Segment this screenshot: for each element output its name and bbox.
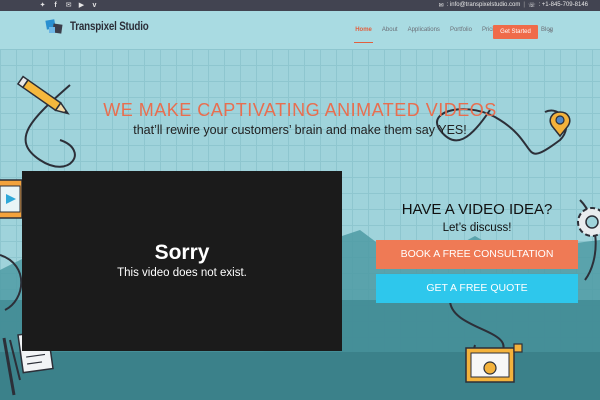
- book-consultation-button[interactable]: BOOK A FREE CONSULTATION: [376, 240, 578, 269]
- hero-subheadline: that’ll rewire your customers’ brain and…: [133, 123, 467, 137]
- monitor-icon: [465, 343, 523, 383]
- free-quote-button[interactable]: GET A FREE QUOTE: [376, 274, 578, 303]
- cta-heading: HAVE A VIDEO IDEA?: [401, 201, 553, 218]
- video-error-title: Sorry: [154, 241, 210, 264]
- laptop-icon: [0, 179, 23, 219]
- hero-headline: WE MAKE CAPTIVATING ANIMATED VIDEOS: [103, 100, 497, 120]
- cta-subheading: Let’s discuss!: [442, 222, 512, 234]
- video-error-message: This video does not exist.: [117, 267, 247, 279]
- gear-icon: [577, 207, 600, 237]
- video-player[interactable]: Sorry This video does not exist.: [22, 171, 342, 351]
